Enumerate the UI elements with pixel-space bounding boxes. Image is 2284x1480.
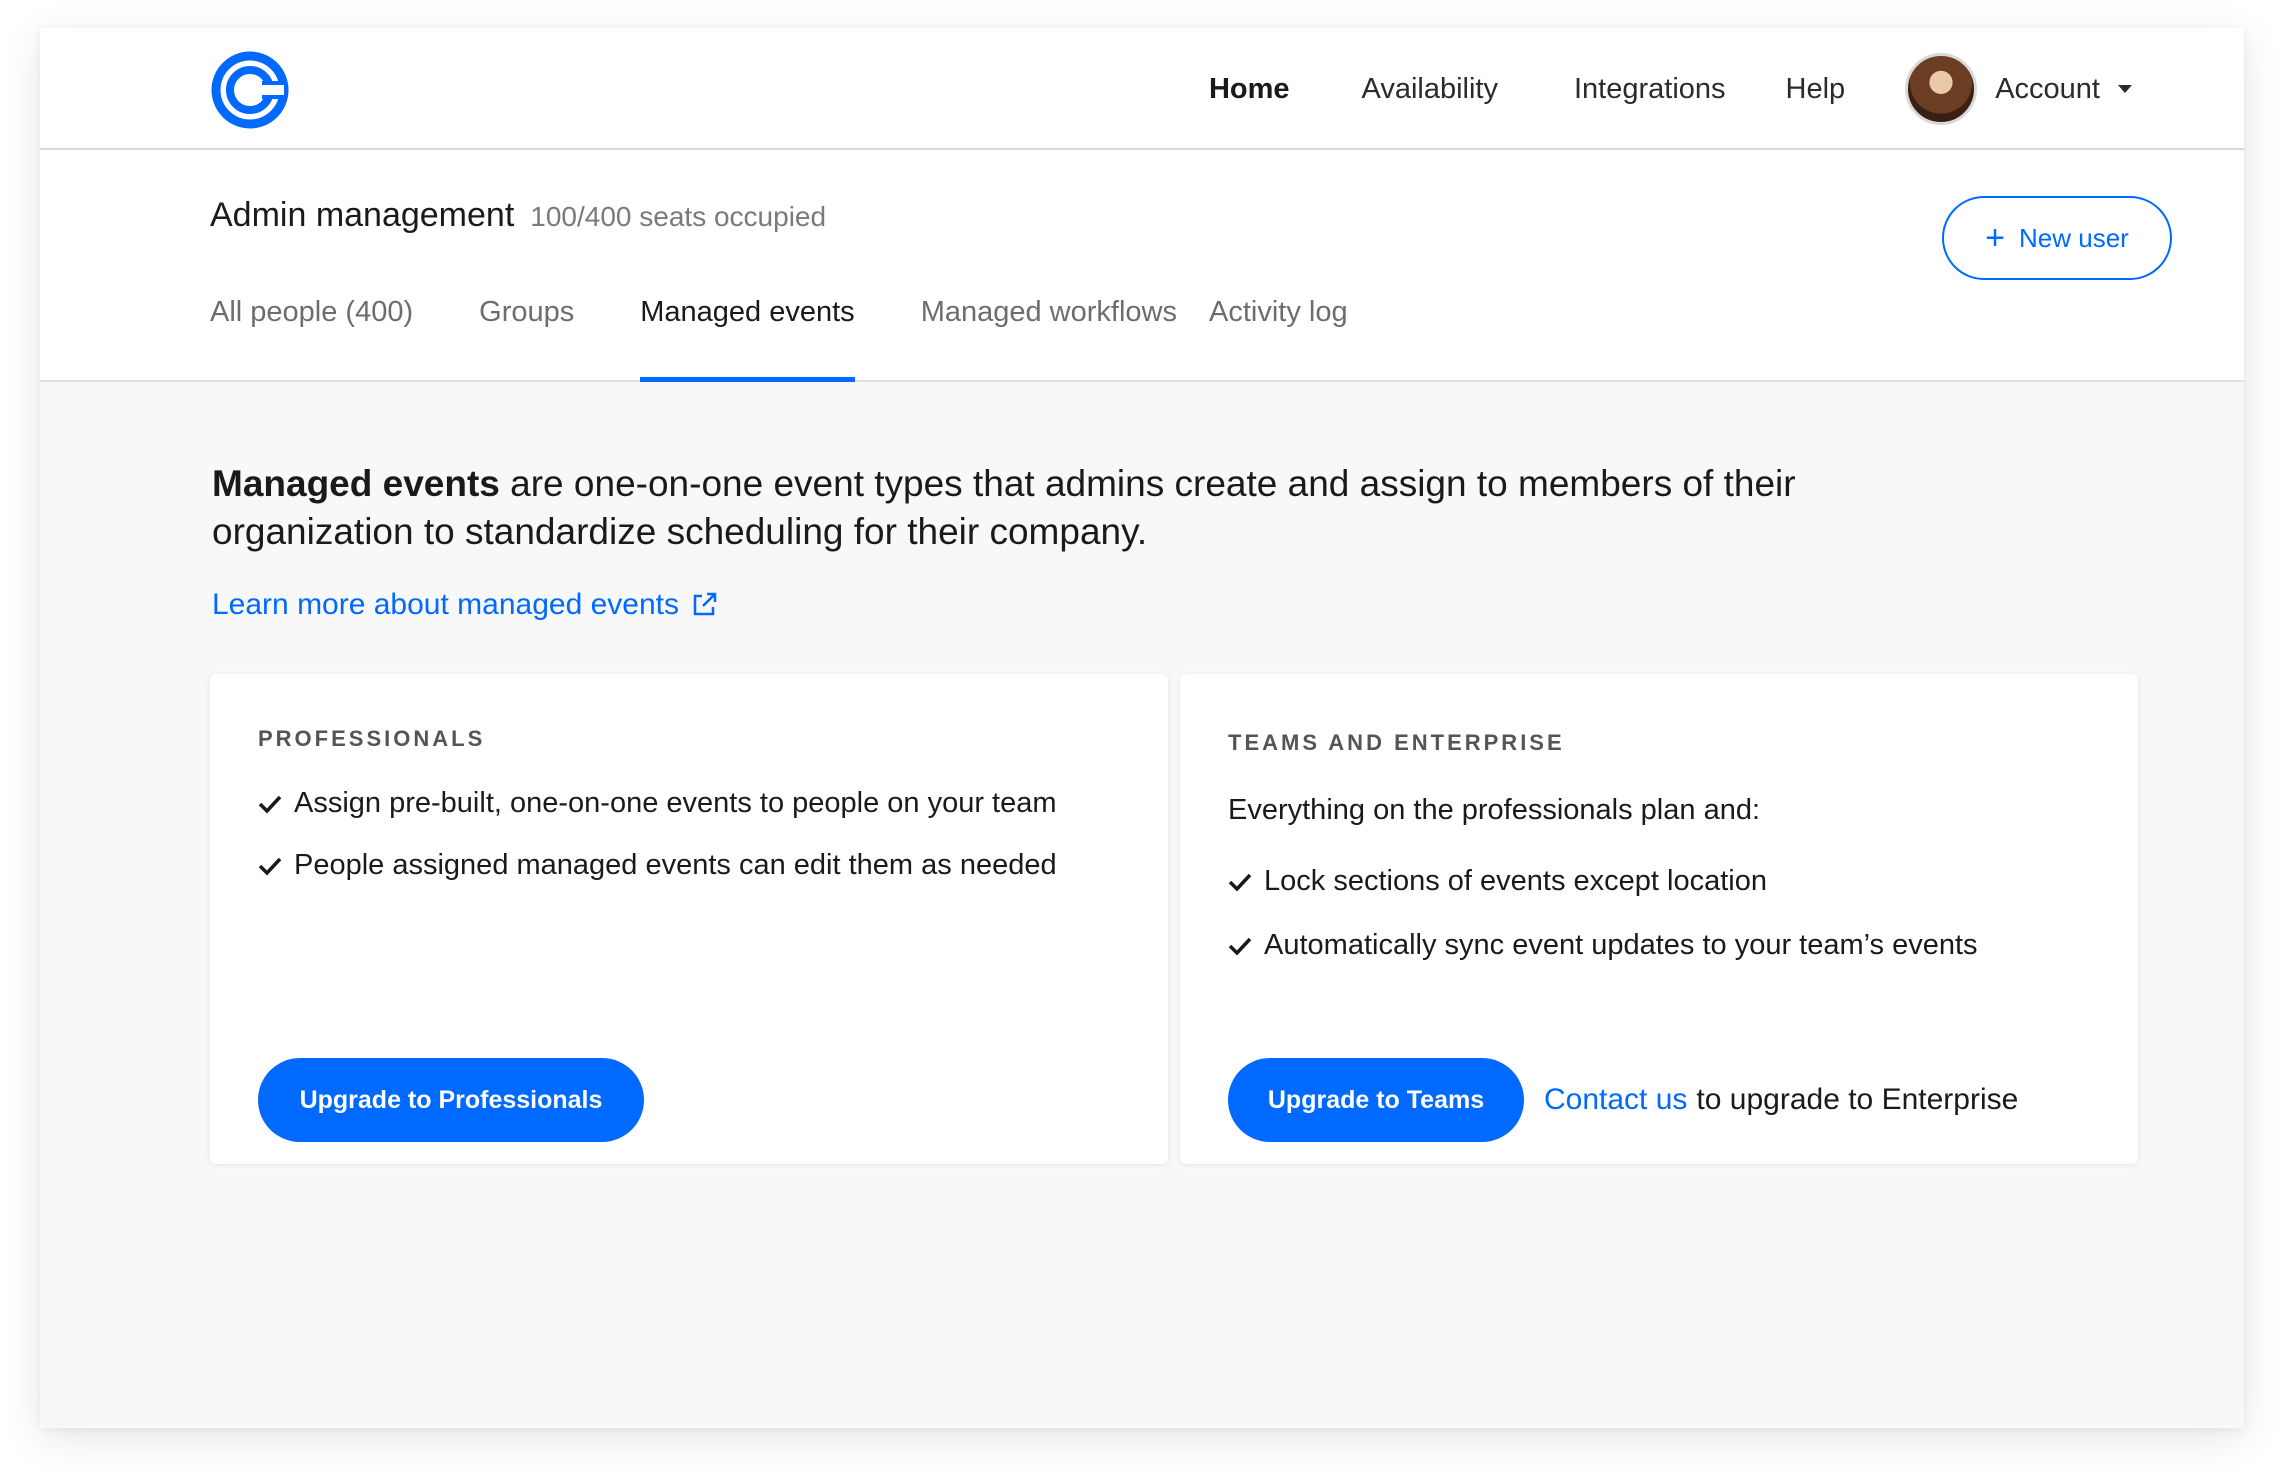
admin-tabs: All people (400) Groups Managed events M… — [210, 296, 1348, 382]
account-menu[interactable]: Account — [1905, 53, 2132, 125]
teams-subtitle: Everything on the professionals plan and… — [1228, 794, 1761, 826]
upgrade-professionals-button[interactable]: Upgrade to Professionals — [258, 1058, 644, 1142]
feature-text: Automatically sync event updates to your… — [1264, 929, 1978, 961]
contact-row: Contact us to upgrade to Enterprise — [1544, 1058, 2018, 1142]
calendly-logo-icon[interactable] — [210, 50, 290, 130]
app-window: Home Availability Integrations Help Acco… — [40, 28, 2244, 1428]
tab-groups[interactable]: Groups — [479, 296, 574, 382]
professionals-card: PROFESSIONALS Assign pre-built, one-on-o… — [210, 674, 1168, 1164]
account-label[interactable]: Account — [1995, 73, 2100, 106]
tab-activity-log[interactable]: Activity log — [1209, 296, 1348, 382]
learn-more-label: Learn more about managed events — [212, 588, 679, 621]
checkmark-icon — [1228, 937, 1252, 956]
nav-help[interactable]: Help — [1786, 73, 1846, 106]
seats-count: 100/400 seats occupied — [530, 201, 827, 232]
contact-text: to upgrade to Enterprise — [1696, 1083, 2019, 1116]
plus-icon: + — [1985, 219, 2006, 257]
nav-menu: Home Availability Integrations Help Acco… — [1209, 28, 2132, 150]
avatar[interactable] — [1905, 53, 1978, 125]
tab-managed-workflows[interactable]: Managed workflows — [921, 296, 1177, 382]
tab-all-people[interactable]: All people (400) — [210, 296, 413, 382]
teams-heading: TEAMS AND ENTERPRISE — [1228, 730, 1565, 755]
new-user-label: New user — [2019, 222, 2129, 253]
feature-text: Assign pre-built, one-on-one events to p… — [294, 787, 1057, 819]
contact-us-link[interactable]: Contact us — [1544, 1083, 1687, 1117]
professionals-heading: PROFESSIONALS — [258, 726, 486, 751]
external-link-icon — [693, 592, 717, 616]
teams-feature-list: Lock sections of events except location … — [1228, 862, 2088, 990]
nav-integrations[interactable]: Integrations — [1574, 73, 1726, 106]
nav-home[interactable]: Home — [1209, 73, 1290, 106]
checkmark-icon — [258, 857, 282, 876]
list-item: Assign pre-built, one-on-one events to p… — [258, 784, 1078, 822]
intro-bold: Managed events — [212, 463, 500, 504]
upgrade-teams-button[interactable]: Upgrade to Teams — [1228, 1058, 1524, 1142]
page-title: Admin management — [210, 196, 515, 234]
list-item: Automatically sync event updates to your… — [1228, 926, 2088, 964]
professionals-feature-list: Assign pre-built, one-on-one events to p… — [258, 784, 1078, 908]
tab-managed-events[interactable]: Managed events — [640, 296, 856, 382]
top-nav: Home Availability Integrations Help Acco… — [40, 28, 2244, 150]
checkmark-icon — [1228, 873, 1252, 892]
list-item: People assigned managed events can edit … — [258, 846, 1078, 884]
feature-text: People assigned managed events can edit … — [294, 849, 1057, 881]
list-item: Lock sections of events except location — [1228, 862, 2088, 900]
intro-text: Managed events are one-on-one event type… — [212, 460, 1992, 556]
new-user-button[interactable]: + New user — [1942, 196, 2172, 280]
admin-title-row: Admin management 100/400 seats occupied — [210, 196, 826, 235]
admin-header: Admin management 100/400 seats occupied … — [40, 150, 2244, 382]
chevron-down-icon[interactable] — [2118, 85, 2132, 93]
nav-availability[interactable]: Availability — [1362, 73, 1498, 106]
learn-more-link[interactable]: Learn more about managed events — [212, 588, 719, 622]
checkmark-icon — [258, 795, 282, 814]
teams-enterprise-card: TEAMS AND ENTERPRISE Everything on the p… — [1180, 674, 2138, 1164]
feature-text: Lock sections of events except location — [1264, 865, 1767, 897]
